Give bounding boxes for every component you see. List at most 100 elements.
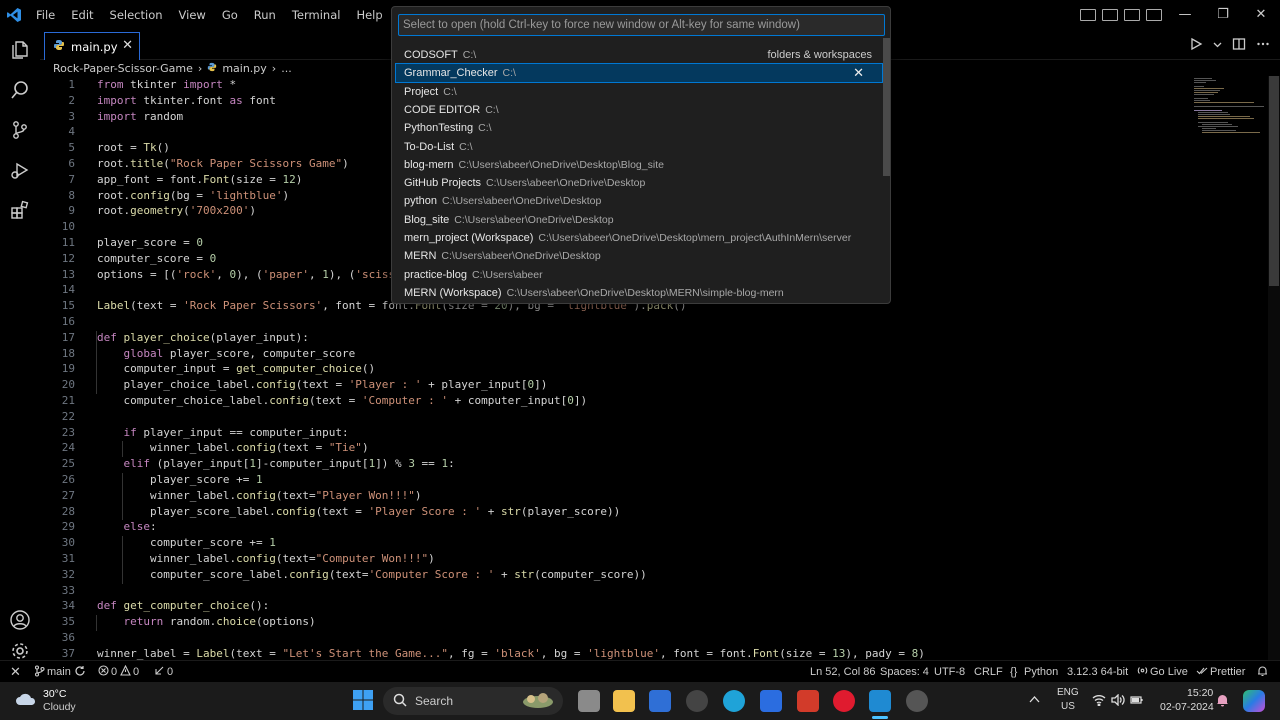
volume-icon[interactable] [1111, 693, 1125, 709]
notifications-bell-icon[interactable] [1257, 661, 1268, 683]
menu-edit[interactable]: Edit [63, 0, 101, 30]
weather-description[interactable]: Cloudy [43, 701, 76, 713]
code-line[interactable]: player_score = 0 [97, 236, 203, 249]
double-check-icon[interactable] [1196, 661, 1208, 683]
breadcrumb-folder[interactable]: Rock-Paper-Scissor-Game [53, 62, 193, 75]
code-line[interactable]: player_score_label.config(text = 'Player… [97, 505, 620, 518]
menu-run[interactable]: Run [246, 0, 284, 30]
code-line[interactable]: winner_label.config(text = "Tie") [97, 441, 369, 454]
breadcrumb-symbols[interactable]: ... [281, 62, 292, 75]
code-line[interactable]: else: [97, 520, 157, 533]
cursor-position[interactable]: Ln 52, Col 86 [810, 661, 875, 683]
encoding[interactable]: UTF-8 [934, 661, 965, 683]
code-line[interactable]: computer_choice_label.config(text = 'Com… [97, 394, 587, 407]
scrollbar-thumb[interactable] [1269, 76, 1279, 286]
recent-folder-item[interactable]: Project C:\ [396, 83, 882, 101]
minimize-button[interactable]: — [1166, 0, 1204, 30]
recent-folder-item[interactable]: practice-blog C:\Users\abeer [396, 266, 882, 284]
recent-folder-item[interactable]: MERN (Workspace) C:\Users\abeer\OneDrive\… [396, 284, 882, 302]
visual-studio-icon[interactable] [760, 690, 782, 712]
github-desktop-icon[interactable] [906, 690, 928, 712]
notification-bell-icon[interactable] [1216, 693, 1229, 710]
recent-folder-item[interactable]: PythonTesting C:\ [396, 119, 882, 137]
source-control-icon[interactable] [0, 110, 40, 150]
menu-terminal[interactable]: Terminal [284, 0, 349, 30]
opera-browser-icon[interactable] [833, 690, 855, 712]
vscode-taskbar-icon[interactable] [869, 690, 891, 712]
code-line[interactable]: root = Tk() [97, 141, 170, 154]
battery-icon[interactable] [1130, 694, 1144, 709]
minimap[interactable] [1192, 76, 1268, 136]
task-view-icon[interactable] [578, 690, 600, 712]
run-debug-icon[interactable] [0, 150, 40, 190]
recent-folder-item[interactable]: GitHub Projects C:\Users\abeer\OneDrive\D… [396, 174, 882, 192]
recent-folder-item[interactable]: Blog_site C:\Users\abeer\OneDrive\Desktop [396, 211, 882, 229]
code-line[interactable]: options = [('rock', 0), ('paper', 1), ('… [97, 268, 402, 281]
customize-layout-icon[interactable] [1146, 9, 1162, 21]
code-line[interactable]: import random [97, 110, 183, 123]
recent-folder-item[interactable]: MERN C:\Users\abeer\OneDrive\Desktop [396, 247, 882, 265]
remove-from-recent-icon[interactable]: ✕ [853, 65, 864, 81]
code-line[interactable]: winner_label = Label(text = "Let's Start… [97, 647, 925, 660]
recent-folder-item[interactable]: Grammar_Checker C:\ ✕ [395, 63, 883, 84]
menu-go[interactable]: Go [214, 0, 246, 30]
search-icon[interactable] [0, 70, 40, 110]
code-line[interactable]: if player_input == computer_input: [97, 426, 349, 439]
warning-icon[interactable] [120, 661, 131, 683]
menu-view[interactable]: View [171, 0, 214, 30]
prettier-status[interactable]: Prettier [1210, 661, 1245, 683]
breadcrumb-file[interactable]: main.py [222, 62, 266, 75]
code-line[interactable]: winner_label.config(text="Player Won!!!"… [97, 489, 422, 502]
language-indicator-bottom[interactable]: US [1061, 701, 1075, 712]
copilot-icon[interactable] [1243, 690, 1265, 712]
end-of-line[interactable]: CRLF [974, 661, 1003, 683]
language-indicator-top[interactable]: ENG [1057, 687, 1079, 698]
code-line[interactable]: app_font = font.Font(size = 12) [97, 173, 302, 186]
menu-file[interactable]: File [28, 0, 63, 30]
chatgpt-icon[interactable] [686, 690, 708, 712]
code-line[interactable]: winner_label.config(text="Computer Won!!… [97, 552, 435, 565]
indentation[interactable]: Spaces: 4 [880, 661, 929, 683]
branch-name[interactable]: main [47, 661, 71, 683]
edge-browser-icon[interactable] [723, 690, 745, 712]
show-hidden-icons-chevron-icon[interactable] [1029, 694, 1040, 706]
maximize-button[interactable]: ❐ [1204, 0, 1242, 30]
recent-folder-item[interactable]: To-Do-List C:\ [396, 138, 882, 156]
microsoft-store-icon[interactable] [649, 690, 671, 712]
recent-folder-item[interactable]: blog-mern C:\Users\abeer\OneDrive\Desktop… [396, 156, 882, 174]
sync-icon[interactable] [74, 661, 86, 683]
toggle-primary-sidebar-icon[interactable] [1080, 9, 1096, 21]
recent-folder-item[interactable]: CODSOFT C:\ folders & workspaces [396, 46, 882, 64]
code-line[interactable]: global player_score, computer_score [97, 347, 356, 360]
code-line[interactable]: root.config(bg = 'lightblue') [97, 189, 289, 202]
code-line[interactable]: computer_score = 0 [97, 252, 216, 265]
code-line[interactable]: computer_input = get_computer_choice() [97, 362, 375, 375]
code-line[interactable]: computer_score_label.config(text='Comput… [97, 568, 647, 581]
python-interpreter[interactable]: 3.12.3 64-bit [1067, 661, 1128, 683]
run-python-file-icon[interactable] [1189, 37, 1203, 54]
wps-office-icon[interactable] [797, 690, 819, 712]
chevron-down-icon[interactable] [1213, 38, 1222, 52]
code-line[interactable]: root.title("Rock Paper Scissors Game") [97, 157, 349, 170]
menu-selection[interactable]: Selection [102, 0, 171, 30]
wifi-icon[interactable] [1092, 694, 1106, 709]
ports-icon[interactable] [154, 661, 165, 683]
quick-open-input[interactable] [398, 14, 885, 36]
close-window-button[interactable]: ✕ [1242, 0, 1280, 30]
code-line[interactable]: def get_computer_choice(): [97, 599, 269, 612]
code-line[interactable]: root.geometry('700x200') [97, 204, 256, 217]
recent-folder-item[interactable]: mern_project (Workspace) C:\Users\abeer\O… [396, 229, 882, 247]
windows-start-icon[interactable] [352, 689, 374, 714]
branch-icon[interactable] [34, 661, 45, 683]
error-count[interactable]: 0 [111, 661, 117, 683]
error-icon[interactable] [98, 661, 109, 683]
code-line[interactable]: computer_score += 1 [97, 536, 276, 549]
toggle-secondary-sidebar-icon[interactable] [1124, 9, 1140, 21]
go-live-button[interactable]: Go Live [1150, 661, 1188, 683]
menu-help[interactable]: Help [348, 0, 390, 30]
clock-date[interactable]: 02-07-2024 [1160, 701, 1214, 713]
code-line[interactable]: def player_choice(player_input): [97, 331, 309, 344]
code-line[interactable]: elif (player_input[1]-computer_input[1])… [97, 457, 455, 470]
tab-main-py[interactable]: main.py ✕ [44, 32, 140, 60]
toggle-panel-icon[interactable] [1102, 9, 1118, 21]
